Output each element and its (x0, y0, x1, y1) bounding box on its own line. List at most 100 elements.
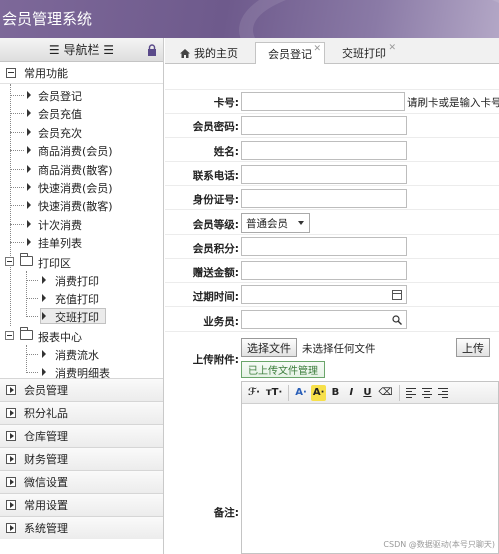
password-input[interactable] (241, 116, 407, 135)
level-select[interactable]: 普通会员 (241, 213, 310, 233)
sidebar-item-goods-guest[interactable]: 商品消费(散客) (0, 160, 163, 178)
group-common-settings[interactable]: 常用设置 (0, 493, 163, 516)
expire-date-input[interactable] (241, 285, 407, 304)
nav-header: ☰ 导航栏 ☰ (0, 38, 163, 62)
sidebar-item-consume-detail[interactable]: 消费明细表 (0, 363, 163, 381)
sidebar-item-count-consume[interactable]: 计次消费 (0, 215, 163, 233)
arrow-right-icon (42, 368, 46, 377)
gift-amount-input[interactable] (241, 261, 407, 280)
font-size-button[interactable]: тT· (264, 385, 284, 401)
minus-icon[interactable] (5, 256, 14, 266)
arrow-right-icon (27, 238, 31, 247)
group-common-functions[interactable]: 常用功能 (0, 62, 163, 84)
password-label: 会员密码: (192, 121, 239, 133)
card-hint: 请刷卡或是输入卡号 (407, 97, 499, 109)
arrow-right-icon (42, 275, 46, 284)
align-center-icon[interactable] (420, 385, 434, 401)
italic-button[interactable]: I (344, 385, 358, 401)
name-label: 姓名: (213, 146, 239, 158)
card-label: 卡号: (213, 97, 239, 109)
expand-icon (6, 385, 16, 395)
highlight-color-button[interactable]: A· (310, 384, 327, 401)
arrow-right-icon (42, 293, 46, 302)
close-icon[interactable]: ✕ (313, 44, 321, 54)
remark-editor[interactable]: ℱ· тT· A· A· B I U ⌫ (241, 381, 499, 554)
expand-icon (6, 454, 16, 464)
sidebar-item-quick-member[interactable]: 快速消费(会员) (0, 178, 163, 196)
phone-input[interactable] (241, 165, 407, 184)
group-system-management[interactable]: 系统管理 (0, 516, 163, 539)
sidebar-item-recharge-print[interactable]: 充值打印 (0, 289, 163, 307)
toolbar-separator (288, 384, 290, 401)
group-wechat-settings[interactable]: 微信设置 (0, 470, 163, 493)
choose-file-button[interactable]: 选择文件 (241, 338, 297, 357)
row-upload: 上传附件: 选择文件 未选择任何文件 上传 已上传文件管理 (165, 331, 499, 381)
sidebar-item-member-register[interactable]: 会员登记 (0, 86, 163, 104)
calendar-icon[interactable] (392, 290, 402, 300)
folder-report-center[interactable]: 报表中心 (0, 326, 163, 345)
staff-label: 业务员: (203, 316, 239, 328)
sidebar-item-goods-member[interactable]: 商品消费(会员) (0, 141, 163, 159)
group-label: 常用功能 (24, 66, 68, 80)
id-number-input[interactable] (241, 189, 407, 208)
sidebar-item-member-recharge[interactable]: 会员充值 (0, 104, 163, 122)
arrow-right-icon (27, 219, 31, 228)
minus-icon[interactable] (5, 330, 14, 340)
arrow-right-icon (27, 164, 31, 173)
name-input[interactable] (241, 141, 407, 160)
align-left-icon[interactable] (404, 385, 418, 401)
bold-button[interactable]: B (328, 385, 342, 401)
group-points-gifts[interactable]: 积分礼品 (0, 401, 163, 424)
row-password: 会员密码: (165, 113, 499, 137)
phone-label: 联系电话: (192, 170, 239, 182)
uploaded-files-button[interactable]: 已上传文件管理 (241, 361, 325, 378)
row-gift: 赠送金额: (165, 258, 499, 282)
search-icon[interactable] (392, 315, 402, 325)
expand-icon (6, 477, 16, 487)
no-file-text: 未选择任何文件 (302, 343, 376, 355)
remark-label: 备注: (213, 507, 239, 519)
row-phone: 联系电话: (165, 161, 499, 185)
toolbar-separator (398, 384, 400, 401)
sidebar-item-consume-flow[interactable]: 消费流水 (0, 345, 163, 363)
tab-shift-print[interactable]: 交班打印 ✕ (329, 42, 399, 64)
align-right-icon[interactable] (436, 385, 450, 401)
folder-print-area[interactable]: 打印区 (0, 252, 163, 271)
font-color-button[interactable]: A· (293, 385, 309, 401)
sidebar-item-quick-guest[interactable]: 快速消费(散客) (0, 196, 163, 214)
card-number-input[interactable] (241, 92, 405, 111)
expand-icon (6, 500, 16, 510)
expire-label: 过期时间: (192, 291, 239, 303)
level-label: 会员等级: (192, 219, 239, 231)
sidebar: ☰ 导航栏 ☰ 常用功能 会员登记 会员充值 会员充次 商品消费(会员) 商品消… (0, 38, 164, 554)
sidebar-item-shift-print[interactable]: 交班打印 (0, 307, 163, 325)
folder-open-icon (20, 326, 33, 340)
font-family-button[interactable]: ℱ· (246, 385, 262, 401)
staff-input[interactable] (241, 310, 407, 329)
row-level: 会员等级: 普通会员 (165, 209, 499, 234)
upload-button[interactable]: 上传 (456, 338, 490, 357)
points-input[interactable] (241, 237, 407, 256)
sidebar-item-member-recharge-times[interactable]: 会员充次 (0, 123, 163, 141)
sidebar-item-consume-print[interactable]: 消费打印 (0, 271, 163, 289)
underline-button[interactable]: U (360, 385, 374, 401)
tab-home[interactable]: 我的主页 (171, 42, 247, 64)
arrow-right-icon (27, 109, 31, 118)
eraser-icon[interactable]: ⌫ (376, 385, 394, 401)
arrow-right-icon (27, 127, 31, 136)
row-expire: 过期时间: (165, 282, 499, 306)
group-warehouse[interactable]: 仓库管理 (0, 424, 163, 447)
sidebar-item-pending-list[interactable]: 挂单列表 (0, 233, 163, 251)
row-id: 身份证号: (165, 185, 499, 209)
group-finance[interactable]: 财务管理 (0, 447, 163, 470)
lock-icon[interactable] (147, 44, 157, 56)
row-card: 卡号: 请刷卡或是输入卡号 (165, 89, 499, 113)
watermark: CSDN @数据驱动(本号只聊天) (383, 540, 495, 549)
member-register-form: 卡号: 请刷卡或是输入卡号 会员密码: 姓名: 联系电话: 身份证号: 会员等级… (165, 64, 499, 554)
tab-member-register[interactable]: 会员登记 ✕ (255, 42, 325, 65)
app-header: 会员管理系统 (0, 0, 499, 38)
editor-toolbar: ℱ· тT· A· A· B I U ⌫ (242, 382, 498, 404)
close-icon[interactable]: ✕ (388, 43, 396, 53)
arrow-right-icon (42, 312, 46, 321)
row-points: 会员积分: (165, 234, 499, 258)
